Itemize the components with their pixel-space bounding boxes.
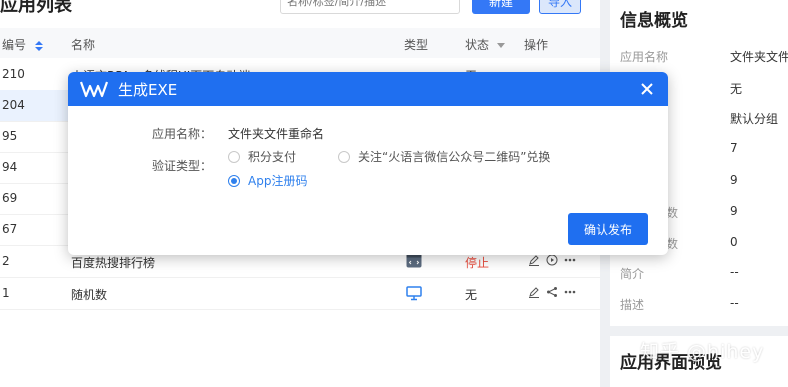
info-label: 简介 bbox=[620, 267, 645, 281]
code-window-icon bbox=[406, 254, 422, 268]
panel-title: 信息概览 bbox=[620, 11, 688, 31]
table-row[interactable]: 1 随机数 无 bbox=[0, 278, 600, 310]
close-icon[interactable] bbox=[640, 82, 654, 96]
radio-circle[interactable] bbox=[228, 150, 240, 163]
logo-icon bbox=[80, 81, 108, 98]
column-header-status: 状态 bbox=[465, 36, 505, 53]
more-icon[interactable] bbox=[564, 286, 576, 298]
confirm-publish-button[interactable]: 确认发布 bbox=[568, 213, 648, 245]
table-header: 编号 名称 类型 状态 操作 bbox=[0, 28, 600, 58]
row-id: 94 bbox=[2, 160, 18, 174]
dialog-header: 生成EXE bbox=[68, 72, 668, 106]
info-value: 无 bbox=[730, 82, 743, 96]
column-header-id[interactable]: 编号 bbox=[2, 36, 44, 53]
radio-circle[interactable] bbox=[338, 150, 350, 163]
row-name[interactable]: 随机数 bbox=[71, 286, 107, 303]
radio-label: App注册码 bbox=[248, 174, 308, 188]
page-title: 应用列表 bbox=[0, 0, 72, 16]
radio-app-code[interactable]: App注册码 bbox=[228, 172, 307, 189]
column-header-ops: 操作 bbox=[524, 38, 549, 52]
row-id: 69 bbox=[2, 191, 18, 205]
desktop-icon bbox=[406, 286, 422, 301]
row-id: 204 bbox=[2, 98, 25, 112]
column-header-type: 类型 bbox=[404, 38, 429, 52]
dialog-title: 生成EXE bbox=[118, 81, 178, 99]
row-id: 95 bbox=[2, 129, 18, 143]
radio-circle[interactable] bbox=[228, 174, 240, 187]
row-status: 停止 bbox=[465, 256, 490, 270]
edit-icon[interactable] bbox=[528, 286, 540, 298]
search-input[interactable] bbox=[280, 0, 460, 14]
info-value: 9 bbox=[730, 173, 738, 187]
info-value: -- bbox=[730, 265, 739, 279]
info-label: 应用名称 bbox=[620, 50, 669, 64]
verify-type-label: 验证类型： bbox=[152, 159, 213, 173]
import-button[interactable]: 导入 bbox=[539, 0, 581, 14]
row-id: 67 bbox=[2, 222, 18, 236]
share-icon[interactable] bbox=[546, 286, 558, 298]
generate-exe-dialog: 生成EXE 应用名称： 文件夹文件重命名 验证类型： 积分支付 关注“火语言微信… bbox=[68, 72, 668, 255]
edit-icon[interactable] bbox=[528, 254, 540, 266]
watermark: 知乎 @hihey bbox=[640, 341, 765, 363]
info-value: 0 bbox=[730, 235, 738, 249]
radio-points-payment[interactable]: 积分支付 bbox=[228, 148, 296, 165]
row-actions bbox=[528, 286, 576, 298]
row-id: 2 bbox=[2, 254, 10, 268]
app-name-label: 应用名称： bbox=[152, 127, 213, 141]
column-header-name: 名称 bbox=[71, 38, 96, 52]
new-button[interactable]: 新建 bbox=[472, 0, 530, 14]
filter-icon[interactable] bbox=[496, 43, 505, 49]
info-value: 文件夹文件 bbox=[730, 50, 788, 64]
app-name-value: 文件夹文件重命名 bbox=[228, 127, 325, 141]
radio-label: 积分支付 bbox=[248, 150, 297, 164]
row-id: 210 bbox=[2, 67, 25, 81]
play-icon[interactable] bbox=[546, 254, 558, 266]
row-actions bbox=[528, 254, 576, 266]
row-status: 无 bbox=[465, 288, 478, 302]
info-label: 描述 bbox=[620, 298, 645, 312]
more-icon[interactable] bbox=[564, 254, 576, 266]
info-value: 9 bbox=[730, 204, 738, 218]
radio-label: 关注“火语言微信公众号二维码”兑换 bbox=[358, 150, 551, 164]
info-value: -- bbox=[730, 296, 739, 310]
sort-icon[interactable] bbox=[34, 40, 44, 52]
radio-wechat-follow[interactable]: 关注“火语言微信公众号二维码”兑换 bbox=[338, 148, 550, 165]
info-value: 默认分组 bbox=[730, 112, 779, 126]
row-name[interactable]: 百度热搜排行榜 bbox=[71, 254, 155, 271]
row-id: 1 bbox=[2, 286, 10, 300]
info-value: 7 bbox=[730, 141, 738, 155]
